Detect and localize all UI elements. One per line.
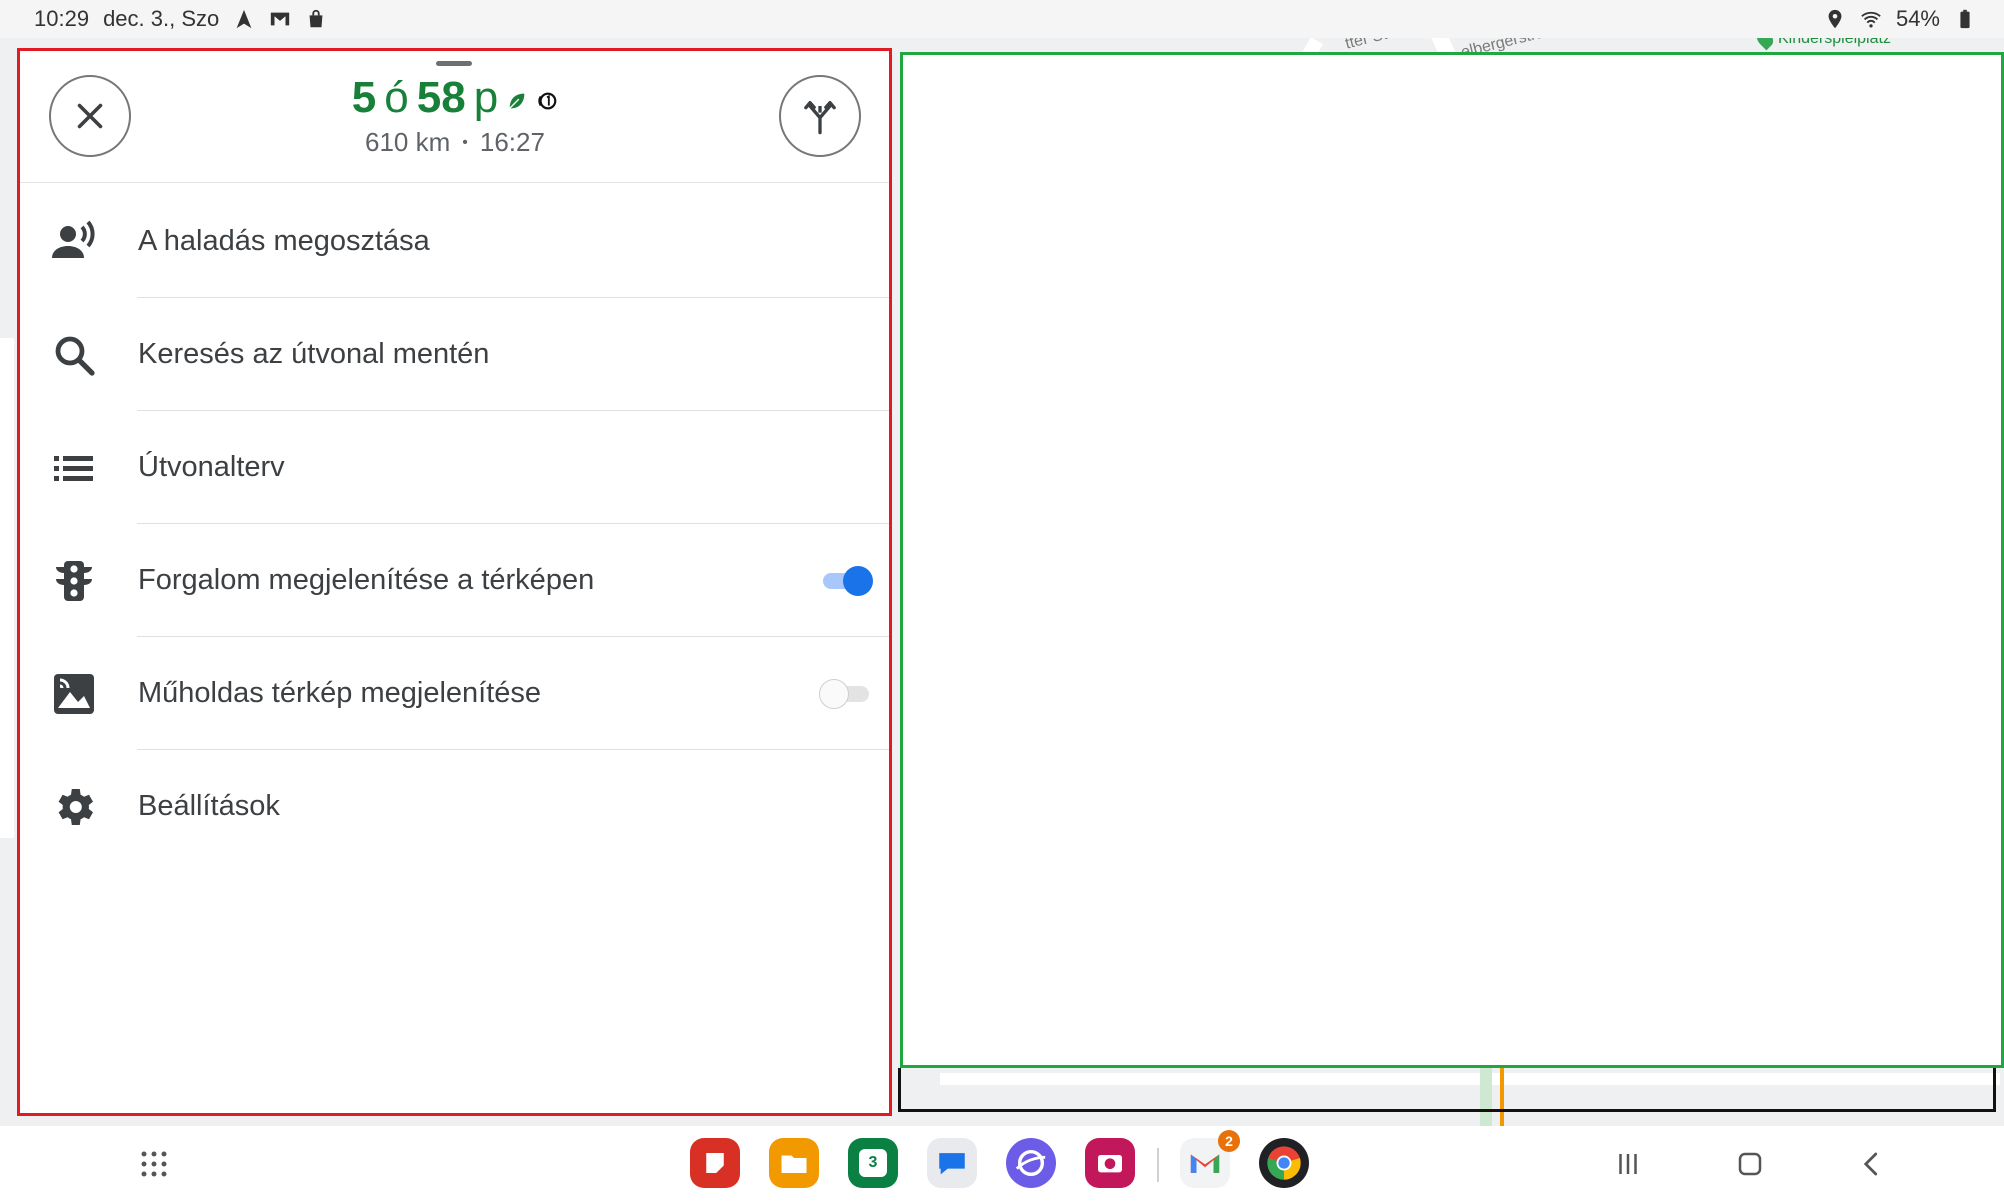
notes-app-icon[interactable]	[690, 1138, 740, 1188]
app-drawer-button[interactable]	[132, 1142, 176, 1186]
alternate-routes-button[interactable]	[779, 75, 861, 157]
list-icon	[48, 442, 100, 494]
gmail-app-icon[interactable]: 2	[1180, 1130, 1240, 1188]
messages-app-icon[interactable]	[927, 1138, 977, 1188]
close-icon	[77, 103, 103, 129]
satellite-toggle[interactable]	[819, 677, 873, 709]
wifi-icon	[1861, 11, 1881, 28]
internet-app-icon[interactable]	[1006, 1138, 1056, 1188]
status-time: 10:29	[34, 6, 90, 31]
eta-arrival-time: 16:27	[479, 127, 545, 157]
eta-summary: 5 ó 58 p 610 km • 16:27	[320, 73, 590, 158]
eta-duration: 5 ó 58 p	[320, 73, 590, 123]
menu-item-share-progress[interactable]: A haladás megosztása	[20, 185, 889, 298]
close-button[interactable]	[49, 75, 131, 157]
chrome-app-icon[interactable]	[1259, 1138, 1309, 1188]
menu-item-search-along-route[interactable]: Keresés az útvonal mentén	[20, 298, 889, 411]
recents-icon	[1619, 1154, 1637, 1174]
eta-separator: •	[462, 133, 468, 151]
camera-app-icon[interactable]	[1085, 1138, 1135, 1188]
navigation-options-panel: 5 ó 58 p 610 km • 16:27 A haladás megosz…	[17, 48, 892, 1116]
traffic-toggle[interactable]	[819, 564, 873, 596]
shopping-bag-icon	[309, 9, 323, 28]
eta-details: 610 km • 16:27	[320, 127, 590, 158]
files-app-icon[interactable]	[769, 1138, 819, 1188]
fork-route-icon	[804, 101, 836, 135]
calendar-day: 3	[859, 1149, 887, 1177]
back-button[interactable]	[1850, 1142, 1894, 1186]
toggle-knob	[819, 679, 849, 709]
drag-handle[interactable]	[436, 61, 472, 66]
options-menu: A haladás megosztása Keresés az útvonal …	[20, 185, 889, 863]
menu-label-search-along-route: Keresés az útvonal mentén	[138, 338, 490, 370]
menu-label-show-traffic: Forgalom megjelenítése a térképen	[138, 564, 595, 596]
menu-label-route-plan: Útvonalterv	[138, 451, 285, 483]
home-button[interactable]	[1728, 1142, 1772, 1186]
home-icon	[1738, 1152, 1762, 1176]
battery-percent: 54%	[1895, 6, 1940, 31]
calendar-app-icon[interactable]: 3	[848, 1138, 898, 1188]
eco-leaf-icon	[509, 93, 525, 109]
share-progress-icon	[48, 216, 100, 268]
gmail-badge: 2	[1218, 1130, 1240, 1152]
toll-icon	[538, 92, 557, 110]
search-icon	[48, 329, 100, 381]
back-icon	[1863, 1152, 1878, 1176]
map-poi[interactable]: Kinderspielplatz	[1753, 38, 1891, 51]
traffic-light-icon	[48, 555, 100, 607]
menu-label-share-progress: A haladás megosztása	[138, 225, 430, 257]
gear-icon	[48, 781, 100, 833]
battery-icon	[1960, 9, 1970, 29]
header-divider	[20, 182, 889, 183]
eta-distance: 610 km	[365, 127, 451, 157]
map-frame	[898, 1068, 1996, 1112]
menu-item-route-plan[interactable]: Útvonalterv	[20, 411, 889, 524]
gmail-icon	[271, 12, 290, 26]
eta-hours: 5	[351, 73, 377, 122]
eta-minutes: 58	[416, 73, 466, 122]
navigation-bar: 3 2	[0, 1126, 2004, 1203]
blank-map-pane[interactable]	[900, 52, 2004, 1068]
map-pin-icon	[1753, 38, 1777, 51]
menu-label-settings: Beállítások	[138, 790, 280, 822]
eta-hour-unit: ó	[384, 73, 409, 122]
menu-item-show-traffic[interactable]: Forgalom megjelenítése a térképen	[20, 524, 889, 637]
navigation-arrow-icon	[236, 9, 252, 29]
dock-separator	[1157, 1148, 1159, 1182]
poi-label: Kinderspielplatz	[1778, 38, 1891, 47]
satellite-icon	[48, 668, 100, 720]
status-date: dec. 3., Szo	[103, 6, 220, 31]
eta-minute-unit: p	[473, 73, 499, 122]
menu-item-satellite-view[interactable]: Műholdas térkép megjelenítése	[20, 637, 889, 750]
location-icon	[1828, 9, 1842, 29]
recent-apps-button[interactable]	[1606, 1142, 1650, 1186]
grid-icon	[141, 1151, 167, 1177]
status-bar: 10:29 dec. 3., Szo 54%	[0, 0, 2004, 38]
menu-item-settings[interactable]: Beállítások	[20, 750, 889, 863]
menu-label-satellite-view: Műholdas térkép megjelenítése	[138, 677, 542, 709]
toggle-knob	[843, 566, 873, 596]
